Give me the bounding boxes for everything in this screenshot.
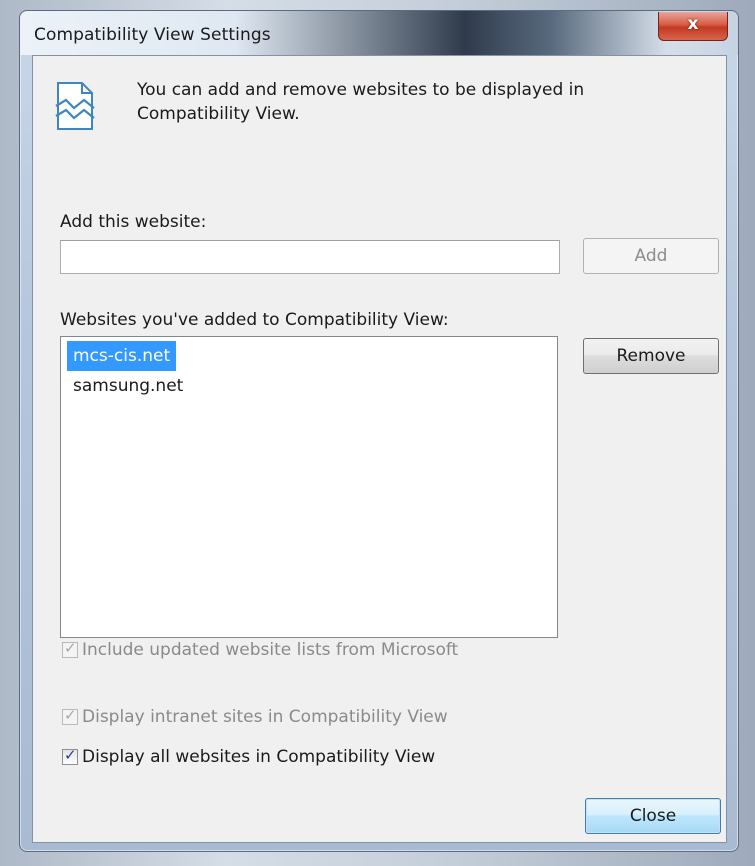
display-intranet-label: Display intranet sites in Compatibility … bbox=[82, 707, 448, 727]
display-all-websites-checkbox[interactable]: ✓ bbox=[62, 746, 78, 765]
display-all-websites-option[interactable]: ✓ Display all websites in Compatibility … bbox=[62, 746, 435, 768]
include-updated-lists-label: Include updated website lists from Micro… bbox=[82, 640, 459, 660]
list-item-samsung[interactable]: samsung.net bbox=[67, 371, 189, 401]
add-button[interactable]: Add bbox=[583, 238, 719, 274]
window-close-button[interactable]: x bbox=[658, 12, 728, 41]
list-item-mcs-cis[interactable]: mcs-cis.net bbox=[67, 341, 177, 371]
info-text: You can add and remove websites to be di… bbox=[137, 80, 585, 124]
display-all-websites-label[interactable]: Display all websites in Compatibility Vi… bbox=[82, 747, 435, 767]
add-website-input[interactable] bbox=[60, 240, 560, 274]
close-button[interactable]: Close bbox=[585, 798, 721, 834]
display-intranet-option: ✓ Display intranet sites in Compatibilit… bbox=[62, 706, 448, 728]
websites-list-label: Websites you've added to Compatibility V… bbox=[60, 310, 449, 330]
checkmark-icon: ✓ bbox=[64, 639, 77, 657]
include-updated-lists-option: ✓ Include updated website lists from Mic… bbox=[62, 639, 458, 661]
checkmark-icon: ✓ bbox=[64, 746, 77, 764]
display-intranet-checkbox: ✓ bbox=[62, 706, 78, 725]
checkmark-icon: ✓ bbox=[64, 706, 77, 724]
add-website-label: Add this website: bbox=[60, 212, 207, 232]
title-bar[interactable]: Compatibility View Settings x bbox=[20, 11, 738, 55]
websites-list[interactable]: mcs-cis.net samsung.net bbox=[60, 336, 558, 638]
window-title: Compatibility View Settings bbox=[34, 25, 271, 45]
include-updated-lists-checkbox: ✓ bbox=[62, 639, 78, 658]
remove-button[interactable]: Remove bbox=[583, 338, 719, 374]
compatibility-view-icon bbox=[55, 82, 95, 130]
